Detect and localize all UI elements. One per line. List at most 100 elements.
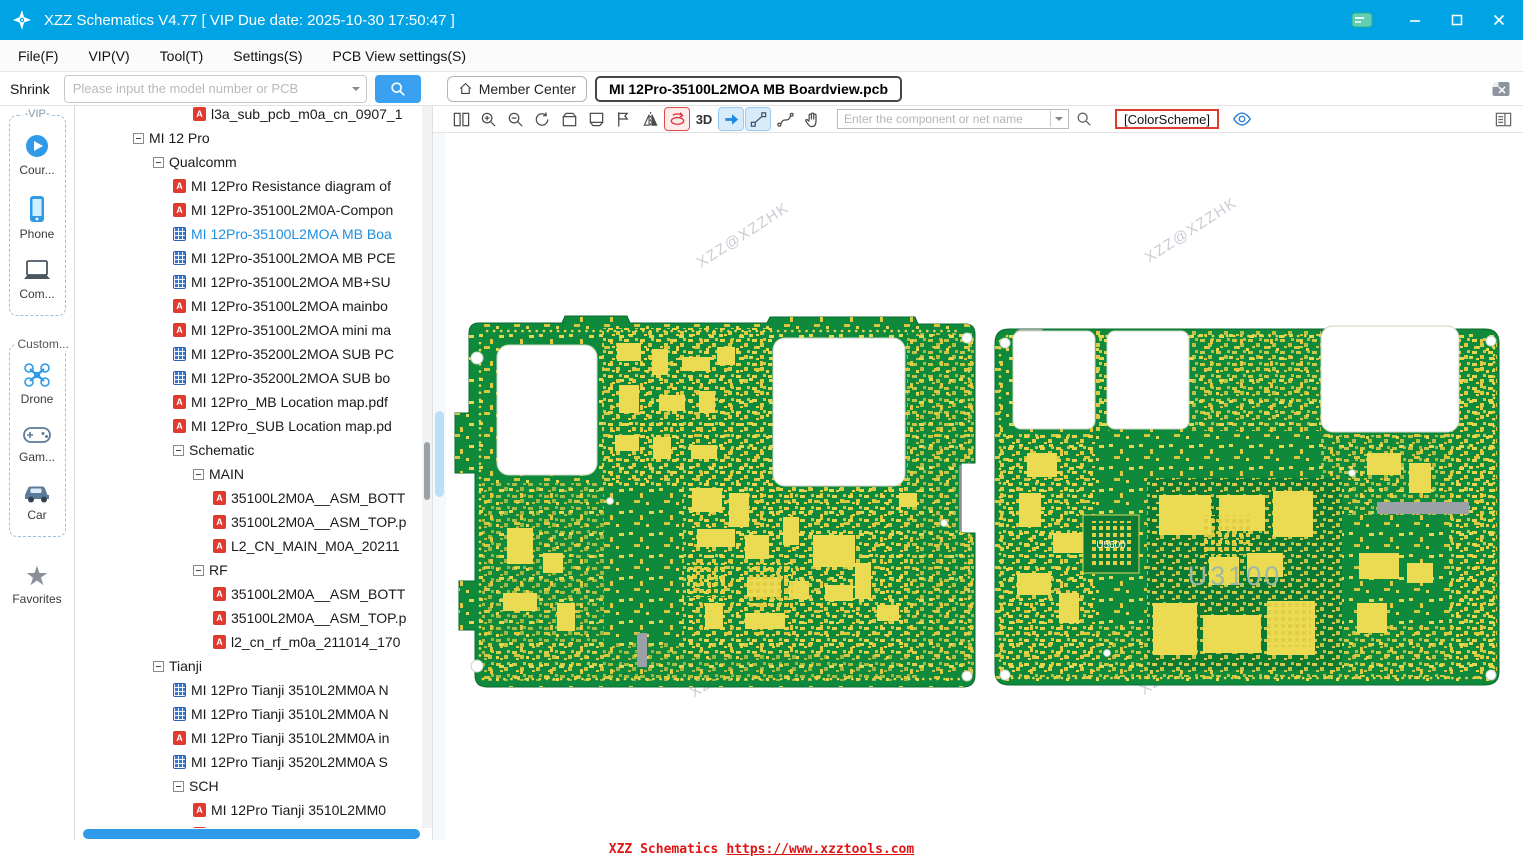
tree-item[interactable]: A MI 12Pro-35100L2MOA mini ma [75,318,422,342]
maximize-button[interactable] [1441,6,1473,34]
tree-item[interactable]: A MI 12Pro_SUB Location map.pd [75,414,422,438]
zoom-in-button[interactable] [476,108,500,130]
chevron-down-icon[interactable] [1050,111,1066,127]
tree-item[interactable]: Al3a_sub_pcb_m0a_cn_0907_1 [75,106,422,126]
boardview-file-icon [173,251,186,265]
watermark: XZZ@XZZHK [1142,194,1240,266]
collapse-icon[interactable] [153,156,164,168]
tree-item[interactable]: A 35100L2M0A__ASM_TOP.p [75,510,422,534]
pcb-right-board[interactable]: U5600 U3100 [994,317,1500,686]
sidebar-item-courses[interactable]: Cour... [19,132,55,177]
tree-group[interactable]: MI 12 Pro [75,126,422,150]
tree-item[interactable]: MI 12Pro-35200L2MOA SUB PC [75,342,422,366]
net-curve-button[interactable] [773,108,797,130]
threed-button[interactable]: 3D [692,108,716,130]
model-search-input[interactable] [72,81,348,96]
close-panel-icon[interactable] [1491,80,1511,98]
collapse-icon[interactable] [173,444,184,456]
tree-item[interactable]: A 35100L2M0A__ASM_TOP.p [75,606,422,630]
tree-group[interactable]: MAIN [75,462,422,486]
tree-vertical-scrollbar[interactable] [422,106,432,828]
zoom-out-button[interactable] [503,108,527,130]
sidebar-item-phone[interactable]: Phone [20,194,54,241]
scrollbar-thumb[interactable] [424,442,430,500]
status-brand: XZZ Schematics [608,841,719,857]
tree-group[interactable]: Tianji [75,654,422,678]
tree-item[interactable]: MI 12Pro-35200L2MOA SUB bo [75,366,422,390]
tree-item[interactable]: A MI 12Pro Resistance diagram of [75,174,422,198]
u5600-chip[interactable]: U5600 [1082,514,1140,574]
sidebar-item-car[interactable]: Car [21,481,53,522]
net-search-combobox[interactable] [837,109,1069,129]
status-url-link[interactable]: https://www.xzztools.com [726,842,914,857]
scrollbar-thumb[interactable] [83,829,420,839]
collapse-icon[interactable] [193,468,204,480]
menu-settings[interactable]: Settings(S) [233,48,302,64]
sidebar-item-games[interactable]: Gam... [19,423,55,464]
tree-group[interactable]: Schematic [75,438,422,462]
menu-tool[interactable]: Tool(T) [160,48,204,64]
tree-item-label: Tianji [169,658,202,674]
sidebar-item-drone[interactable]: Drone [21,361,53,406]
tree-item[interactable]: A L2_CN_MAIN_M0A_20211 [75,534,422,558]
split-view-button[interactable] [449,108,473,130]
tree-item[interactable]: MI 12Pro Tianji 3520L2MM0A S [75,750,422,774]
tree-item[interactable]: A 35100L2M0A__ASM_BOTT [75,582,422,606]
menu-file[interactable]: File(F) [18,48,58,64]
tree-item-label: 35100L2M0A__ASM_TOP.p [231,610,407,626]
collapse-icon[interactable] [153,660,164,672]
visibility-button[interactable] [1230,108,1254,130]
close-button[interactable] [1483,6,1515,34]
minimize-button[interactable] [1399,6,1431,34]
tree-item[interactable]: A MI 12Pro-35100L2MOA mainbo [75,294,422,318]
tree-item[interactable]: A 35100L2M0A__ASM_BOTT [75,486,422,510]
net-search-button[interactable] [1072,108,1096,130]
tree-item[interactable]: MI 12Pro Tianji 3510L2MM0A N [75,678,422,702]
vip-group: -VIP- Cour... Phone Com... [8,108,66,316]
tree-item[interactable]: A MI 12Pro Tianji 3510L2MM0A in [75,726,422,750]
chevron-down-icon[interactable] [351,86,360,95]
tree-item[interactable]: A MI 12Pro Tianji 3510L2MM0 [75,798,422,822]
tree-horizontal-scrollbar[interactable] [75,828,422,840]
tree-item[interactable]: MI 12Pro Tianji 3510L2MM0A N [75,702,422,726]
tree-item[interactable]: A MI 12Pro_MB Location map.pdf [75,390,422,414]
menu-pcb-view-settings[interactable]: PCB View settings(S) [332,48,466,64]
sidebar-item-favorites[interactable]: ★ Favorites [12,563,61,607]
flip-board-button[interactable] [664,107,690,131]
canvas-vertical-scrollbar[interactable] [433,133,446,840]
tree-group[interactable]: SCH [75,774,422,798]
pcb-left-board[interactable] [454,313,980,693]
tree-item[interactable]: MI 12Pro-35100L2MOA MB PCE [75,246,422,270]
collapse-icon[interactable] [193,564,204,576]
layers-panel-button[interactable] [1491,108,1515,130]
tree-group[interactable]: RF [75,558,422,582]
tree-item[interactable]: A MI 12Pro-35100L2M0A-Compon [75,198,422,222]
arrow-tool-button[interactable] [718,107,744,131]
colorscheme-button[interactable]: [ColorScheme] [1115,109,1219,129]
menu-vip[interactable]: VIP(V) [88,48,129,64]
tree-group[interactable]: Qualcomm [75,150,422,174]
scrollbar-thumb[interactable] [435,411,444,497]
pcb-board-view[interactable]: XZZ@XZZHK XZZ@XZZHK XZZ@XZZHK XZZ@XZZHK [447,133,1510,826]
collapse-icon[interactable] [173,780,184,792]
bottom-layer-button[interactable] [584,108,608,130]
model-search-combobox[interactable] [63,74,367,103]
tree-item[interactable]: MI 12Pro-35100L2MOA MB+SU [75,270,422,294]
shrink-button[interactable]: Shrink [10,81,50,97]
net-search-input[interactable] [844,112,1046,126]
open-file-tab[interactable]: MI 12Pro-35100L2MOA MB Boardview.pcb [594,75,902,102]
top-layer-button[interactable] [557,108,581,130]
tree-item[interactable]: MI 12Pro-35100L2MOA MB Boa [75,222,422,246]
member-center-button[interactable]: Member Center [446,75,587,102]
tree-item[interactable]: Al2_cn_rf_m0a_211014_170 [75,630,422,654]
flip-horizontal-button[interactable] [638,108,662,130]
pcb-canvas[interactable]: XZZ@XZZHK XZZ@XZZHK XZZ@XZZHK XZZ@XZZHK [433,133,1523,840]
refresh-button[interactable] [530,108,554,130]
hand-tool-button[interactable] [800,108,824,130]
payment-icon[interactable] [1347,8,1377,32]
measure-tool-button[interactable] [745,107,771,131]
collapse-icon[interactable] [133,132,144,144]
flag-button[interactable] [611,108,635,130]
search-button[interactable] [374,74,421,103]
sidebar-item-computer[interactable]: Com... [19,258,55,301]
